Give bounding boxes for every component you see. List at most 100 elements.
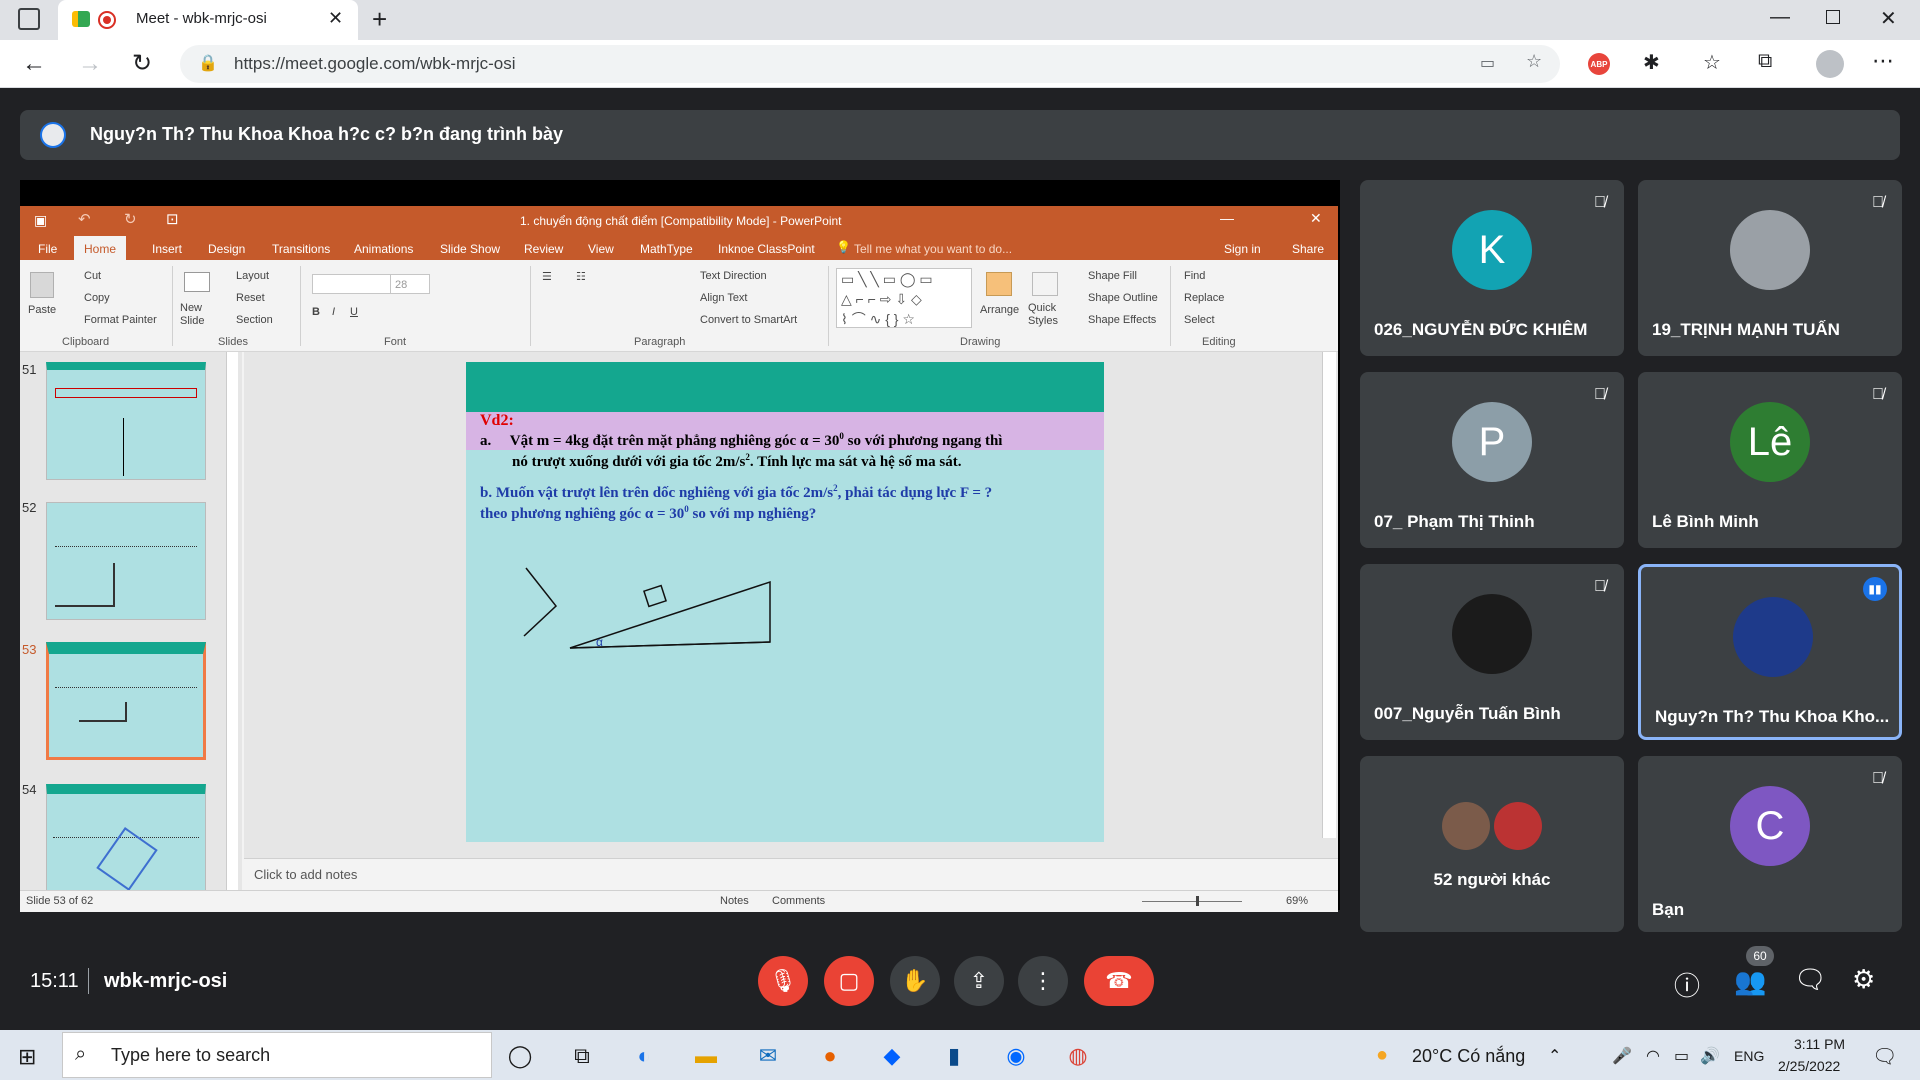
zoom-slider[interactable] — [1142, 901, 1242, 902]
arrange-button[interactable]: Arrange — [980, 304, 1019, 316]
more-options-button[interactable]: ⋮ — [1018, 956, 1068, 1006]
weather-text[interactable]: 20°C Có nắng — [1412, 1046, 1525, 1067]
align-text-button[interactable]: Align Text — [700, 292, 748, 304]
notes-toggle[interactable]: Notes — [720, 895, 749, 907]
share-button[interactable]: Share — [1292, 242, 1324, 256]
camera-permission-icon[interactable]: ▭ — [1480, 53, 1495, 73]
arrange-icon[interactable] — [986, 272, 1012, 296]
camera-off-button[interactable]: ▢ — [824, 956, 874, 1006]
shape-outline-button[interactable]: Shape Outline — [1088, 292, 1158, 304]
mic-off-button[interactable]: 🎙 — [758, 956, 808, 1006]
slide-scrollbar[interactable] — [1322, 352, 1336, 838]
tell-me-box[interactable]: Tell me what you want to do... — [854, 242, 1012, 256]
favorite-add-icon[interactable]: ☆ — [1526, 51, 1542, 72]
copy-button[interactable]: Copy — [84, 292, 110, 304]
sign-in-link[interactable]: Sign in — [1224, 242, 1261, 256]
cortana-icon[interactable]: ◯ — [502, 1040, 538, 1072]
input-language[interactable]: ENG — [1734, 1048, 1764, 1064]
more-menu-icon[interactable]: ⋯ — [1872, 48, 1894, 74]
profile-avatar[interactable] — [1816, 50, 1844, 78]
tab-design[interactable]: Design — [208, 242, 245, 256]
paste-button[interactable]: Paste — [28, 304, 56, 316]
maximize-icon[interactable] — [1826, 10, 1840, 24]
tab-review[interactable]: Review — [524, 242, 563, 256]
collections-icon[interactable]: ⧉ — [1758, 50, 1772, 73]
layout-button[interactable]: Layout — [236, 270, 269, 282]
battery-icon[interactable]: ▭ — [1674, 1046, 1689, 1066]
mic-tray-icon[interactable]: 🎤 — [1612, 1046, 1632, 1066]
text-direction-button[interactable]: Text Direction — [700, 270, 767, 282]
tab-slide-show[interactable]: Slide Show — [440, 242, 500, 256]
replace-button[interactable]: Replace — [1184, 292, 1224, 304]
numbering-icon[interactable]: ☷ — [576, 270, 586, 283]
bold-icon[interactable]: B — [312, 306, 320, 318]
paste-icon[interactable] — [30, 272, 54, 298]
present-icon[interactable]: ⊡ — [166, 210, 179, 228]
task-view-icon[interactable]: ⧉ — [564, 1040, 600, 1072]
cut-button[interactable]: Cut — [84, 270, 101, 282]
font-size-field[interactable]: 28 — [390, 274, 430, 294]
participant-tile[interactable]: 52 người khác — [1360, 756, 1624, 932]
meeting-details-icon[interactable]: ⓘ — [1674, 966, 1700, 1003]
close-window-icon[interactable]: ✕ — [1880, 6, 1897, 31]
comments-toggle[interactable]: Comments — [772, 895, 825, 907]
participant-tile[interactable]: Nguy?n Th? Thu Khoa Kho... ▮▮ — [1638, 564, 1902, 740]
forward-icon[interactable]: → — [78, 50, 102, 78]
underline-icon[interactable]: U — [350, 306, 358, 318]
participant-tile[interactable]: 007_Nguyễn Tuấn Bình 🎙̸ — [1360, 564, 1624, 740]
leave-call-button[interactable]: ☎ — [1084, 956, 1154, 1006]
ppt-minimize-icon[interactable]: — — [1220, 210, 1234, 226]
mail-icon[interactable]: ✉ — [750, 1040, 786, 1072]
reload-icon[interactable]: ↻ — [132, 49, 152, 78]
participant-tile[interactable]: 19_TRỊNH MẠNH TUẤN 🎙̸ — [1638, 180, 1902, 356]
participant-tile[interactable]: Lê Lê Bình Minh 🎙̸ — [1638, 372, 1902, 548]
extensions-icon[interactable]: ✱ — [1643, 50, 1660, 75]
file-explorer-icon[interactable]: ▬ — [688, 1040, 724, 1072]
firefox-icon[interactable]: ● — [812, 1040, 848, 1072]
reset-button[interactable]: Reset — [236, 292, 265, 304]
taskbar-search-box[interactable]: ⌕ Type here to search — [62, 1032, 492, 1078]
format-painter-button[interactable]: Format Painter — [84, 314, 157, 326]
new-slide-button[interactable]: New Slide — [180, 302, 214, 328]
tab-classpoint[interactable]: Inknoe ClassPoint — [718, 242, 815, 256]
tab-mathtype[interactable]: MathType — [640, 242, 693, 256]
save-icon[interactable]: ▣ — [34, 212, 47, 229]
notes-pane[interactable]: Click to add notes — [244, 858, 1338, 890]
shapes-gallery[interactable]: ▭ ╲ ╲ ▭ ◯ ▭ △ ⌐ ⌐ ⇨ ⇩ ◇ ⌇ ⌒ ∿ { } ☆ — [836, 268, 972, 328]
quick-styles-button[interactable]: Quick Styles — [1028, 302, 1066, 328]
slide-canvas[interactable]: Vd2: a. Vật m = 4kg đặt trên mặt phẳng n… — [466, 362, 1104, 842]
shape-effects-button[interactable]: Shape Effects — [1088, 314, 1156, 326]
tab-actions-icon[interactable] — [18, 8, 40, 30]
slide-thumbnails-pane[interactable]: 51 52 53 54 — [20, 352, 242, 892]
raise-hand-button[interactable]: ✋ — [890, 956, 940, 1006]
redo-icon[interactable]: ↻ — [124, 210, 137, 228]
tab-home[interactable]: Home — [74, 236, 127, 260]
url-field[interactable]: 🔒 https://meet.google.com/wbk-mrjc-osi ▭… — [180, 45, 1560, 83]
dropbox-icon[interactable]: ◆ — [874, 1040, 910, 1072]
adblock-icon[interactable]: ABP — [1588, 53, 1610, 75]
undo-icon[interactable]: ↶ — [78, 210, 91, 228]
clock-time[interactable]: 3:11 PM — [1794, 1036, 1845, 1052]
present-now-button[interactable]: ⇪ — [954, 956, 1004, 1006]
slide-thumbnail-51[interactable] — [46, 362, 206, 480]
chrome-icon[interactable]: ◍ — [1060, 1040, 1096, 1072]
slide-thumbnail-52[interactable] — [46, 502, 206, 620]
italic-icon[interactable]: I — [332, 306, 335, 318]
zalo-icon[interactable]: ◉ — [998, 1040, 1034, 1072]
new-tab-icon[interactable]: + — [372, 4, 387, 35]
minimize-icon[interactable]: — — [1770, 6, 1790, 29]
shape-fill-button[interactable]: Shape Fill — [1088, 270, 1137, 282]
quick-styles-icon[interactable] — [1032, 272, 1058, 296]
edge-icon[interactable]: ◐ — [626, 1040, 662, 1072]
slide-thumbnail-54[interactable] — [46, 784, 206, 892]
ppt-close-icon[interactable]: ✕ — [1310, 210, 1322, 227]
tab-animations[interactable]: Animations — [354, 242, 413, 256]
tab-close-icon[interactable]: ✕ — [328, 8, 343, 29]
participant-tile[interactable]: K 026_NGUYỄN ĐỨC KHIÊM 🎙̸ — [1360, 180, 1624, 356]
wifi-icon[interactable]: ◠ — [1646, 1046, 1660, 1066]
tab-view[interactable]: View — [588, 242, 614, 256]
app-book-icon[interactable]: ▮ — [936, 1040, 972, 1072]
participant-tile[interactable]: P 07_ Phạm Thị Thinh 🎙̸ — [1360, 372, 1624, 548]
browser-tab-meet[interactable]: Meet - wbk-mrjc-osi ✕ — [58, 0, 358, 40]
new-slide-icon[interactable] — [184, 272, 210, 292]
